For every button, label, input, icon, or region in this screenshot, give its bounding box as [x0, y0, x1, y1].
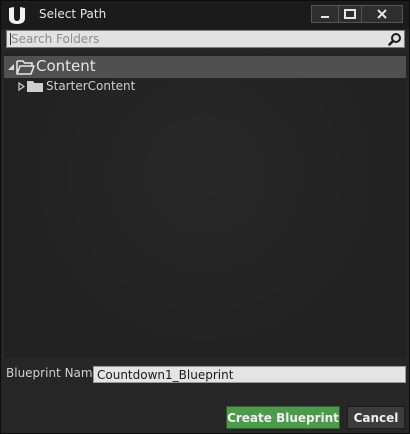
search-icon[interactable]	[388, 32, 402, 46]
create-blueprint-button[interactable]: Create Blueprint	[226, 406, 340, 429]
window-controls	[311, 5, 403, 23]
maximize-icon	[344, 9, 356, 19]
unreal-engine-logo	[9, 7, 25, 24]
cancel-button[interactable]: Cancel	[347, 406, 405, 429]
close-icon	[377, 9, 387, 19]
minimize-icon	[321, 16, 329, 18]
tree-item-content[interactable]: Content	[4, 56, 406, 78]
blueprint-name-field[interactable]	[93, 366, 406, 383]
text-cursor	[10, 33, 11, 45]
minimize-button[interactable]	[311, 5, 339, 23]
blueprint-name-input[interactable]	[94, 367, 403, 382]
collapsed-arrow-icon[interactable]	[18, 82, 25, 91]
select-path-dialog: Select Path Search Folders Content Start…	[0, 0, 410, 434]
blueprint-name-label: Blueprint Name	[6, 366, 100, 380]
tree-item-label: StarterContent	[46, 79, 136, 93]
close-button[interactable]	[361, 5, 403, 23]
maximize-button[interactable]	[338, 5, 362, 23]
title-bar[interactable]: Select Path	[1, 1, 409, 29]
search-input[interactable]	[7, 31, 389, 47]
folder-icon	[27, 81, 43, 92]
window-title: Select Path	[39, 7, 107, 21]
expanded-arrow-icon[interactable]	[7, 63, 15, 71]
tree-item-label: Content	[36, 57, 96, 75]
tree-item-startercontent[interactable]: StarterContent	[4, 78, 406, 94]
folder-tree[interactable]: Content StarterContent	[4, 53, 406, 358]
folder-open-icon	[16, 60, 35, 75]
search-box[interactable]	[6, 30, 405, 48]
